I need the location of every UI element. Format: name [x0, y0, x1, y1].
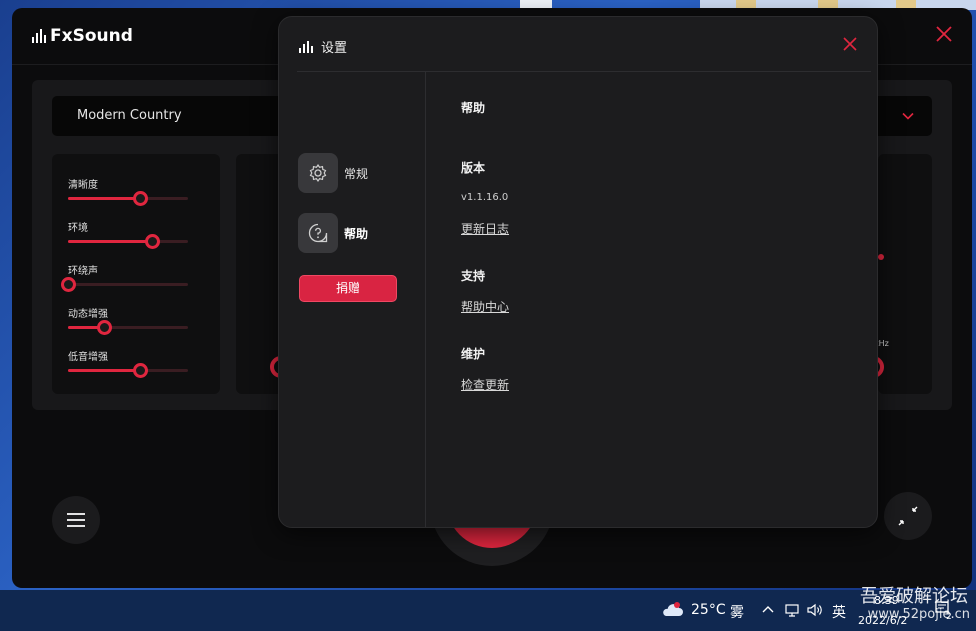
network-icon[interactable] [784, 602, 800, 618]
effects-panel: 清晰度 环境 环绕声 动态增强 低音增强 [52, 154, 220, 394]
menu-button[interactable] [52, 496, 100, 544]
ime-indicator[interactable]: 英 [832, 602, 846, 622]
app-name: FxSound [50, 26, 133, 46]
slider-fill [68, 369, 140, 372]
nav-label: 常规 [344, 166, 369, 181]
effect-dynamic-boost: 动态增强 [68, 305, 188, 335]
changelog-link[interactable]: 更新日志 [461, 220, 509, 237]
close-icon[interactable] [934, 24, 954, 44]
dialog-title: 设置 [299, 37, 347, 56]
weather-cloud-icon[interactable] [660, 600, 684, 620]
dialog-title-text: 设置 [321, 41, 348, 56]
effect-label: 清晰度 [68, 180, 98, 191]
effect-label: 环境 [68, 223, 88, 234]
effect-label: 低音增强 [68, 352, 108, 363]
donate-button[interactable]: 捐赠 [299, 275, 397, 302]
version-value: v1.1.16.0 [461, 192, 509, 203]
chevron-down-icon[interactable] [902, 110, 914, 122]
nav-item-help[interactable]: 帮助 [298, 213, 368, 253]
slider-fill [68, 240, 152, 243]
slider-knob[interactable] [61, 277, 76, 292]
logo-bars-icon [299, 40, 313, 53]
slider-knob[interactable] [97, 320, 112, 335]
watermark-url: www.52pojie.cn [867, 607, 970, 622]
effect-label: 动态增强 [68, 309, 108, 320]
effect-slider[interactable] [68, 363, 188, 378]
slider-knob[interactable] [133, 363, 148, 378]
effect-slider[interactable] [61, 277, 188, 292]
chevron-up-icon[interactable] [762, 604, 774, 616]
volume-icon[interactable] [806, 602, 824, 618]
eq-band-marker [878, 254, 884, 260]
preset-value: Modern Country [77, 108, 182, 123]
slider-knob[interactable] [133, 191, 148, 206]
hamburger-icon[interactable] [52, 496, 100, 544]
version-heading: 版本 [461, 161, 486, 175]
settings-dialog: 设置 常规 帮助 捐赠 帮助 版本 v1.1.16.0 更新日志 支持 帮助中心… [278, 16, 878, 528]
effect-clarity: 清晰度 [68, 176, 188, 206]
collapse-icon[interactable] [884, 492, 932, 540]
minimize-button[interactable] [884, 492, 932, 540]
watermark-title: 吾爱破解论坛 [860, 586, 968, 607]
eq-panel-right [862, 154, 932, 394]
effect-surround: 环绕声 [61, 262, 188, 292]
gear-icon [298, 153, 338, 193]
effect-ambience: 环境 [68, 219, 188, 249]
weather-temp[interactable]: 25°C [691, 602, 726, 618]
fxsound-logo: FxSound [32, 26, 133, 46]
weather-desc[interactable]: 雾 [730, 602, 744, 622]
check-update-link[interactable]: 检查更新 [461, 376, 509, 393]
dialog-sidebar-divider [425, 72, 426, 527]
taskbar: 25°C 雾 英 8:39 2022/6/2 2 [0, 590, 976, 631]
help-icon [298, 213, 338, 253]
effect-label: 环绕声 [68, 266, 98, 277]
close-icon[interactable] [841, 35, 859, 53]
effect-bass-boost: 低音增强 [68, 348, 188, 378]
slider-fill [68, 197, 140, 200]
help-center-link[interactable]: 帮助中心 [461, 298, 509, 315]
nav-label: 帮助 [344, 226, 369, 241]
help-heading: 帮助 [461, 101, 486, 115]
effect-slider[interactable] [68, 234, 188, 249]
effect-slider[interactable] [68, 320, 188, 335]
logo-bars-icon [32, 29, 46, 43]
nav-item-general[interactable]: 常规 [298, 153, 368, 193]
maintenance-heading: 维护 [461, 347, 486, 361]
slider-knob[interactable] [145, 234, 160, 249]
support-heading: 支持 [461, 269, 486, 283]
dialog-divider [297, 71, 871, 72]
effect-slider[interactable] [68, 191, 188, 206]
